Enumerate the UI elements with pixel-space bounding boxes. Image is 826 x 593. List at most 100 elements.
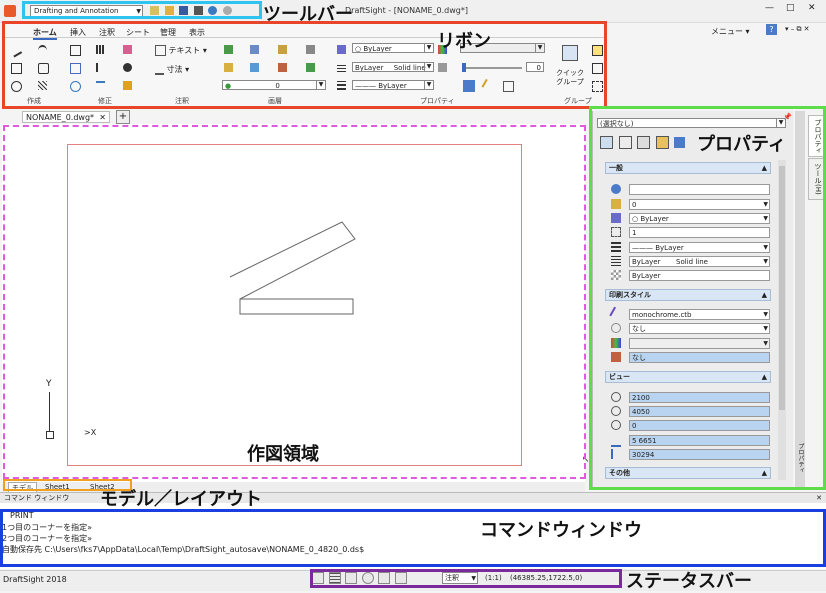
rectangle-icon[interactable] (11, 63, 22, 74)
properties-pin-icon[interactable]: 📌 (783, 113, 792, 121)
prop-plot-attached[interactable]: なし ▼ (629, 323, 770, 334)
text-button[interactable]: テキスト ▾ (155, 45, 207, 56)
text-style-icon[interactable] (463, 80, 475, 92)
drawing-entities[interactable] (220, 215, 365, 320)
close-button[interactable]: ✕ (808, 3, 816, 13)
section-view[interactable]: ビュー ▲ (605, 371, 771, 383)
close-icon[interactable]: ✕ (816, 493, 822, 503)
collapse-icon[interactable]: ▲ (762, 163, 767, 174)
prop-layer[interactable]: 0 ▼ (629, 199, 770, 210)
list-icon[interactable] (503, 81, 514, 92)
tab-home[interactable]: ホーム (33, 27, 57, 40)
quick-select-icon[interactable] (637, 136, 651, 149)
selection-filter-select[interactable]: (選択なし) ▼ (597, 118, 786, 128)
section-other[interactable]: その他 ▲ (605, 467, 771, 479)
prop-height[interactable]: 30294 (629, 449, 770, 460)
layer-select[interactable]: ● 0 ▼ (222, 80, 326, 90)
prop-center-z[interactable]: 0 (629, 420, 770, 431)
section-print-style[interactable]: 印刷スタイル ▲ (605, 289, 771, 301)
circle-icon[interactable] (11, 81, 22, 92)
mirror-icon[interactable] (96, 63, 107, 72)
layer-off-icon[interactable] (224, 63, 233, 72)
erase-icon[interactable] (123, 45, 132, 54)
match-properties-icon[interactable] (337, 45, 346, 54)
polar-icon[interactable] (361, 572, 374, 584)
layer-props-icon[interactable] (306, 45, 315, 54)
ortho-icon[interactable] (345, 572, 358, 584)
quick-group-button[interactable]: クイック グループ (555, 45, 585, 87)
collapse-icon[interactable]: ▲ (762, 372, 767, 383)
layer-manager-icon[interactable] (278, 45, 287, 54)
maximize-button[interactable]: □ (786, 3, 795, 13)
color-select[interactable]: ○ ByLayer ▼ (352, 43, 434, 53)
side-strip-bottom-tab[interactable]: プロパティ (795, 440, 805, 476)
prop-center-x[interactable]: 2100 (629, 392, 770, 403)
workspace-select[interactable]: Drafting and Annotation ▼ (30, 5, 143, 17)
redo-icon[interactable] (222, 6, 232, 15)
side-tab-properties[interactable]: プロパティ (808, 115, 824, 157)
new-tab-button[interactable]: + (116, 110, 130, 124)
prop-plotstyle-table[interactable]: monochrome.ctb ▼ (629, 309, 770, 320)
layer-freeze-icon[interactable] (250, 63, 259, 72)
prop-center-y[interactable]: 4050 (629, 406, 770, 417)
lineweight-select[interactable]: ——— ByLayer ▼ (352, 80, 434, 90)
fillet-icon[interactable] (123, 81, 132, 90)
esnap-icon[interactable] (378, 572, 391, 584)
prop-linecolor[interactable]: ○ ByLayer ▼ (629, 213, 770, 224)
prop-linestyle[interactable]: ByLayer Solid line ▼ (629, 256, 770, 267)
prop-width[interactable]: 5 6651 (629, 435, 770, 446)
lock-icon[interactable] (150, 6, 159, 15)
layer-lock-icon[interactable] (278, 63, 287, 72)
explode-icon[interactable] (123, 63, 132, 72)
cursor-mode-icon[interactable] (312, 572, 324, 584)
document-tab[interactable]: NONAME_0.dwg* ✕ (22, 111, 110, 123)
ungroup-icon[interactable] (592, 81, 603, 92)
scale-readout[interactable]: (1:1) (485, 574, 502, 582)
prop-transparency[interactable]: ByLayer (629, 270, 770, 281)
etrack-icon[interactable] (394, 572, 407, 584)
opacity-slider-handle[interactable] (462, 63, 466, 72)
polygon-icon[interactable] (38, 63, 49, 74)
layer-state-icon[interactable] (250, 45, 259, 54)
command-input[interactable] (2, 556, 810, 566)
annotation-select[interactable]: 注釈 ▼ (442, 572, 478, 584)
opacity-icon[interactable] (438, 63, 447, 72)
array-icon[interactable] (96, 45, 105, 54)
prop-scale[interactable]: 1 (629, 227, 770, 238)
drawn-slope[interactable] (229, 221, 356, 300)
group-edit-icon[interactable] (592, 45, 603, 56)
stretch-icon[interactable] (96, 81, 105, 92)
select-objects-icon[interactable] (618, 136, 632, 149)
layer-icon[interactable] (224, 45, 233, 54)
opacity-slider[interactable] (462, 67, 522, 69)
side-tab-tools[interactable]: ツール(H) (808, 158, 824, 200)
arc-icon[interactable] (38, 45, 47, 56)
hatch-icon[interactable] (38, 81, 47, 90)
undo-icon[interactable] (208, 6, 218, 15)
prop-color[interactable] (629, 184, 770, 195)
print-icon[interactable] (193, 6, 203, 15)
linestyle-icon[interactable] (337, 63, 346, 72)
lineweight-icon[interactable] (337, 81, 346, 90)
save-icon[interactable] (179, 6, 189, 15)
section-general[interactable]: 一般 ▲ (605, 162, 771, 174)
prop-plot-type[interactable]: なし (629, 352, 770, 363)
close-icon[interactable]: ✕ (99, 112, 106, 123)
grid-icon[interactable] (328, 572, 341, 584)
help-icon[interactable] (674, 137, 686, 148)
help-button[interactable]: ? (766, 24, 777, 35)
linestyle-select[interactable]: ByLayer Solid line ▼ (352, 62, 434, 72)
filter-icon[interactable] (655, 136, 669, 149)
dimension-button[interactable]: 寸法 ▾ (155, 64, 189, 75)
opacity-value-field[interactable]: 0 (526, 62, 544, 72)
rotate-icon[interactable] (70, 81, 81, 92)
minimize-button[interactable]: — (765, 3, 774, 13)
open-icon[interactable] (164, 6, 174, 15)
menu-button[interactable]: メニュー ▾ (711, 26, 750, 37)
toggle-pickadd-icon[interactable] (600, 136, 613, 149)
properties-scrollbar-thumb[interactable] (779, 166, 785, 410)
copy-icon[interactable] (70, 45, 81, 56)
collapse-icon[interactable]: ▲ (762, 468, 767, 479)
prop-lineweight[interactable]: ——— ByLayer ▼ (629, 242, 770, 253)
move-icon[interactable] (70, 63, 81, 74)
